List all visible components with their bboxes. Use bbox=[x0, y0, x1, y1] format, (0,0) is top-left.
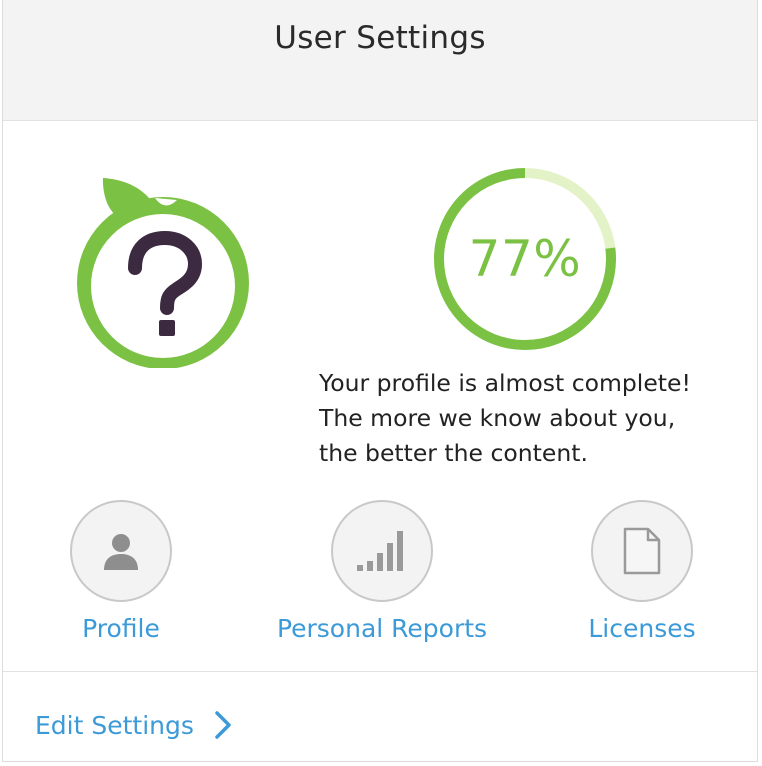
licenses-shortcut-circle[interactable] bbox=[591, 500, 693, 602]
user-icon bbox=[104, 534, 138, 570]
profile-message-line-2: The more we know about you, bbox=[319, 404, 676, 432]
question-apple-icon[interactable] bbox=[73, 168, 253, 368]
licenses-shortcut-label[interactable]: Licenses bbox=[588, 614, 695, 643]
edit-settings-label[interactable]: Edit Settings bbox=[35, 711, 194, 740]
document-icon bbox=[623, 527, 661, 575]
profile-message: Your profile is almost complete! The mor… bbox=[319, 366, 749, 471]
header: User Settings bbox=[3, 0, 757, 121]
progress-percent: 77% bbox=[468, 230, 582, 288]
user-settings-card: User Settings 77% Your profile is almost… bbox=[2, 0, 758, 762]
bar-chart-icon bbox=[357, 531, 403, 571]
personal-reports-shortcut-circle[interactable] bbox=[331, 500, 433, 602]
licenses-shortcut[interactable]: Licenses bbox=[527, 500, 757, 650]
personal-reports-shortcut[interactable]: Personal Reports bbox=[267, 500, 497, 650]
footer-divider bbox=[3, 671, 757, 672]
profile-shortcut-label[interactable]: Profile bbox=[82, 614, 160, 643]
edit-settings-link[interactable]: Edit Settings bbox=[35, 700, 232, 750]
profile-message-line-3: the better the content. bbox=[319, 439, 588, 467]
page-title: User Settings bbox=[274, 20, 486, 56]
chevron-right-icon[interactable] bbox=[214, 710, 232, 740]
profile-shortcut-circle[interactable] bbox=[70, 500, 172, 602]
personal-reports-shortcut-label[interactable]: Personal Reports bbox=[277, 614, 487, 643]
profile-message-line-1: Your profile is almost complete! bbox=[319, 369, 691, 397]
profile-shortcut[interactable]: Profile bbox=[6, 500, 236, 650]
